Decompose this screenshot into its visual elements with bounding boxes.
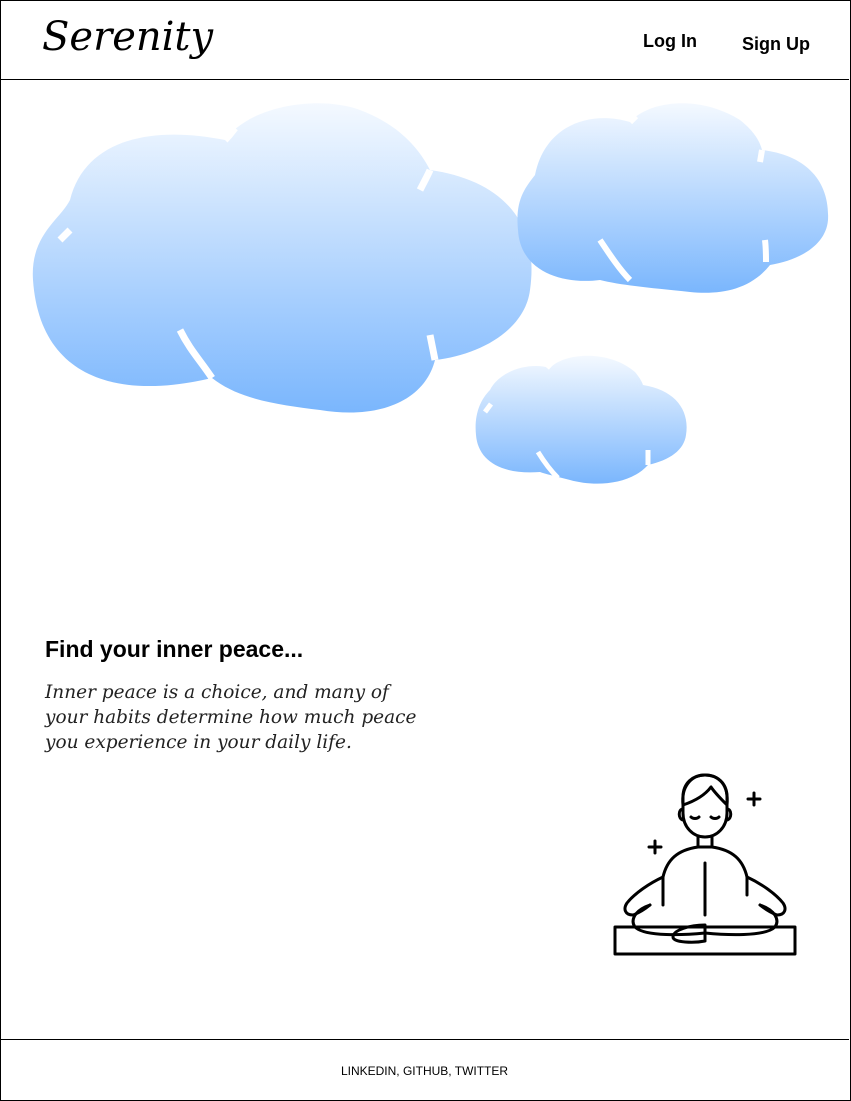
sparkle-icon bbox=[746, 791, 762, 807]
hero-text: Inner peace is a choice, and many of you… bbox=[45, 682, 417, 753]
header: Serenity Log In Sign Up bbox=[0, 0, 849, 80]
cloud-icon bbox=[511, 103, 829, 293]
meditation-person-icon bbox=[613, 773, 797, 956]
cloud-icon bbox=[32, 103, 532, 413]
sparkle-icon bbox=[647, 839, 663, 855]
clouds-illustration bbox=[32, 103, 829, 484]
cloud-icon bbox=[475, 355, 687, 484]
login-link[interactable]: Log In bbox=[643, 31, 697, 52]
signup-link[interactable]: Sign Up bbox=[742, 34, 810, 55]
hero-title: Find your inner peace... bbox=[45, 636, 304, 662]
footer-social-links[interactable]: LINKEDIN, GITHUB, TWITTER bbox=[0, 1064, 849, 1078]
logo[interactable]: Serenity bbox=[42, 14, 213, 60]
footer: LINKEDIN, GITHUB, TWITTER bbox=[0, 1039, 849, 1100]
